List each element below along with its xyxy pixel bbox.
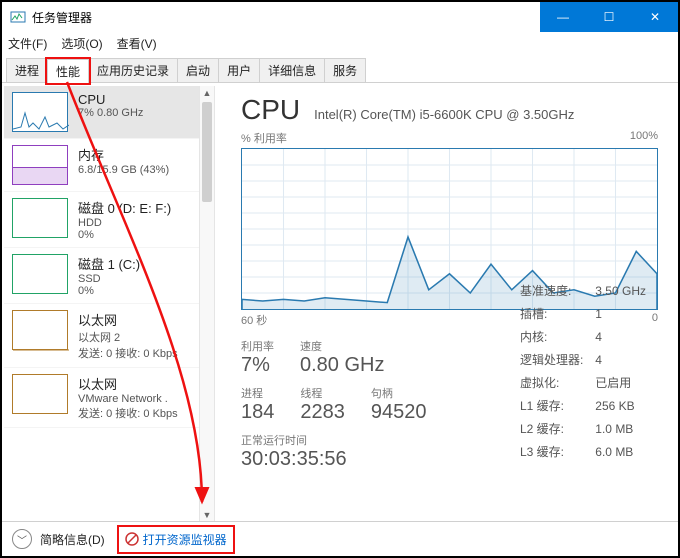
handle-label: 句柄: [371, 385, 427, 401]
detail-panel: CPU Intel(R) Core(TM) i5-6600K CPU @ 3.5…: [215, 86, 676, 522]
tab-app-history[interactable]: 应用历史记录: [88, 58, 178, 82]
sidebar-sub: SSD: [78, 273, 140, 285]
tab-services[interactable]: 服务: [324, 58, 366, 82]
sidebar-item-disk0[interactable]: 磁盘 0 (D: E: F:) HDD 0%: [4, 192, 200, 248]
tab-processes[interactable]: 进程: [6, 58, 48, 82]
maximize-button[interactable]: ☐: [586, 2, 632, 32]
disk-sparkline-icon: [12, 254, 68, 294]
tab-details[interactable]: 详细信息: [259, 58, 325, 82]
sidebar-detail: 0%: [78, 229, 171, 241]
task-manager-window: 任务管理器 — ☐ ✕ 文件(F) 选项(O) 查看(V) 进程 性能 应用历史…: [0, 0, 680, 558]
memory-sparkline-icon: [12, 145, 68, 185]
open-resource-monitor-label: 打开资源监视器: [143, 531, 227, 548]
util-value: 7%: [241, 354, 274, 377]
tab-strip: 进程 性能 应用历史记录 启动 用户 详细信息 服务: [2, 54, 678, 83]
content-area: CPU 7% 0.80 GHz 内存 6.8/15.9 GB (43%): [4, 86, 676, 522]
cpu-sparkline-icon: [12, 92, 68, 132]
sidebar-detail: 0%: [78, 285, 140, 297]
window-buttons: — ☐ ✕: [540, 2, 678, 32]
sidebar-sub: VMware Network .: [78, 393, 178, 405]
menu-view[interactable]: 查看(V): [117, 35, 157, 52]
speed-value: 0.80 GHz: [300, 354, 384, 377]
chart-y-max: 100%: [630, 130, 658, 146]
tab-users[interactable]: 用户: [218, 58, 260, 82]
sidebar-label: 磁盘 1 (C:): [78, 254, 140, 273]
fewer-details-button[interactable]: ﹀: [12, 529, 32, 549]
proc-label: 进程: [241, 385, 274, 401]
sidebar-item-cpu[interactable]: CPU 7% 0.80 GHz: [4, 86, 200, 139]
sidebar-label: 磁盘 0 (D: E: F:): [78, 198, 171, 217]
tab-startup[interactable]: 启动: [177, 58, 219, 82]
util-label: 利用率: [241, 338, 274, 354]
sidebar-label: 以太网: [78, 374, 178, 393]
scrollbar-thumb[interactable]: [202, 102, 212, 202]
panel-title: CPU: [241, 94, 300, 126]
menu-file[interactable]: 文件(F): [8, 35, 47, 52]
sidebar-label: 内存: [78, 145, 169, 164]
sidebar-label: 以太网: [78, 310, 178, 329]
chevron-down-icon: ﹀: [17, 532, 27, 547]
open-resource-monitor-link[interactable]: 打开资源监视器: [121, 529, 231, 550]
thread-label: 线程: [300, 385, 345, 401]
sidebar-detail: 7% 0.80 GHz: [78, 107, 143, 119]
disk-sparkline-icon: [12, 198, 68, 238]
footer: ﹀ 简略信息(D) 打开资源监视器: [2, 521, 678, 556]
sidebar-item-disk1[interactable]: 磁盘 1 (C:) SSD 0%: [4, 248, 200, 304]
sidebar-detail: 6.8/15.9 GB (43%): [78, 164, 169, 176]
close-button[interactable]: ✕: [632, 2, 678, 32]
minimize-button[interactable]: —: [540, 2, 586, 32]
handle-value: 94520: [371, 401, 427, 424]
menu-options[interactable]: 选项(O): [61, 35, 102, 52]
sidebar-sub: HDD: [78, 217, 171, 229]
app-icon: [10, 9, 26, 25]
sidebar-detail: 发送: 0 接收: 0 Kbps: [78, 405, 178, 421]
cpu-spec-table: 基准速度:3.50 GHz 插槽:1 内核:4 逻辑处理器:4 虚拟化:已启用 …: [518, 278, 658, 464]
thread-value: 2283: [300, 401, 345, 424]
net-sparkline-icon: [12, 374, 68, 414]
window-title: 任务管理器: [32, 9, 92, 26]
sidebar-scrollbar[interactable]: ▲ ▼: [199, 86, 214, 522]
sidebar-item-eth0[interactable]: 以太网 以太网 2 发送: 0 接收: 0 Kbps: [4, 304, 200, 368]
sidebar-item-eth1[interactable]: 以太网 VMware Network . 发送: 0 接收: 0 Kbps: [4, 368, 200, 428]
sidebar-detail: 发送: 0 接收: 0 Kbps: [78, 345, 178, 361]
resource-monitor-icon: [125, 532, 139, 546]
sidebar-item-memory[interactable]: 内存 6.8/15.9 GB (43%): [4, 139, 200, 192]
scroll-down-icon[interactable]: ▼: [200, 508, 214, 522]
chart-x-left: 60 秒: [241, 312, 267, 328]
sidebar: CPU 7% 0.80 GHz 内存 6.8/15.9 GB (43%): [4, 86, 215, 522]
speed-label: 速度: [300, 338, 384, 354]
tab-performance[interactable]: 性能: [47, 59, 89, 83]
proc-value: 184: [241, 401, 274, 424]
chart-y-label: % 利用率: [241, 130, 287, 146]
fewer-details-label[interactable]: 简略信息(D): [40, 531, 105, 548]
panel-subtitle: Intel(R) Core(TM) i5-6600K CPU @ 3.50GHz: [314, 107, 574, 122]
scroll-up-icon[interactable]: ▲: [200, 86, 214, 100]
menubar: 文件(F) 选项(O) 查看(V): [2, 32, 678, 54]
sidebar-sub: 以太网 2: [78, 329, 178, 345]
sidebar-label: CPU: [78, 92, 143, 107]
titlebar[interactable]: 任务管理器 — ☐ ✕: [2, 2, 678, 32]
net-sparkline-icon: [12, 310, 68, 350]
